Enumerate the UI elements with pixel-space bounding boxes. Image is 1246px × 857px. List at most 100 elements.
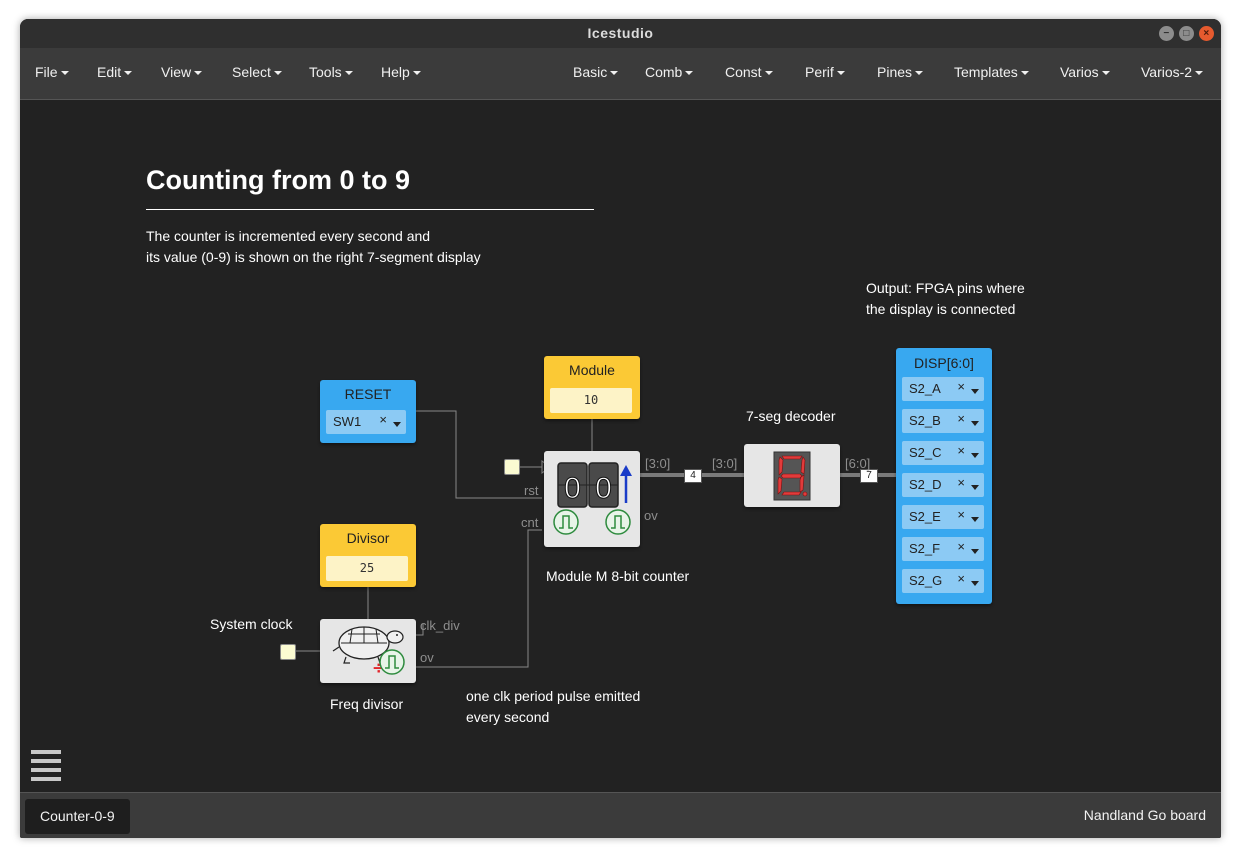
chevron-down-icon[interactable]	[971, 453, 979, 458]
decoder-module-block[interactable]	[744, 444, 840, 507]
divisor-const-block[interactable]: Divisor 25	[320, 524, 416, 587]
caret-down-icon	[685, 71, 694, 76]
page-title: Counting from 0 to 9	[146, 165, 410, 195]
decoder-in-bus-label: [3:0]	[712, 456, 738, 471]
counter-digit-2: 0	[595, 472, 612, 505]
remove-pin-icon[interactable]: ×	[957, 539, 965, 554]
seven-segment-icon	[773, 451, 811, 501]
remove-pin-icon[interactable]: ×	[957, 411, 965, 426]
freqdiv-ov-label: ov	[420, 650, 434, 665]
freq-divisor-block[interactable]: ÷	[320, 619, 416, 683]
disp-pin-select-s2_g[interactable]: S2_G ×	[902, 569, 984, 593]
chevron-down-icon[interactable]	[971, 581, 979, 586]
close-button[interactable]: ×	[1199, 26, 1214, 41]
output-note-line-1: Output: FPGA pins where	[866, 280, 1025, 296]
disp-pin-label: S2_E	[909, 509, 941, 524]
chevron-down-icon[interactable]	[971, 485, 979, 490]
caret-down-icon	[124, 71, 133, 76]
maximize-button[interactable]: □	[1179, 26, 1194, 41]
disp-output-block[interactable]: DISP[6:0] S2_A × S2_B × S2_C × S2_D × S2_E × S2_F ×…	[896, 348, 992, 604]
counter-module-block[interactable]: 0 0	[544, 451, 640, 547]
minimize-button[interactable]: −	[1159, 26, 1174, 41]
caret-down-icon	[915, 71, 924, 76]
port-rst-label: rst	[524, 483, 539, 498]
wire-cnt[interactable]	[416, 529, 542, 668]
system-clock-label: System clock	[210, 616, 293, 632]
port-cnt-label: cnt	[521, 515, 539, 530]
reset-pin-remove-icon[interactable]: ×	[379, 412, 387, 427]
menu-edit[interactable]: Edit	[97, 48, 133, 99]
menu-select[interactable]: Select	[232, 48, 282, 99]
caret-down-icon	[194, 71, 203, 76]
bus-width-badge-7: 7	[860, 469, 878, 483]
menu-basic[interactable]: Basic	[573, 48, 619, 99]
disp-pin-select-s2_c[interactable]: S2_C ×	[902, 441, 984, 465]
caret-down-icon	[412, 71, 421, 76]
menu-label: Tools	[309, 64, 342, 80]
divisor-const-value[interactable]: 25	[326, 556, 408, 581]
decoder-out-bus-label: [6:0]	[845, 456, 871, 471]
design-tab[interactable]: Counter-0-9	[25, 799, 130, 834]
module-const-value[interactable]: 10	[550, 388, 632, 413]
caret-down-icon	[1020, 71, 1029, 76]
title-divider	[146, 209, 594, 210]
board-name[interactable]: Nandland Go board	[1084, 793, 1206, 838]
disp-pin-select-s2_f[interactable]: S2_F ×	[902, 537, 984, 561]
window-title: Icestudio	[587, 25, 654, 41]
menu-templates[interactable]: Templates	[954, 48, 1029, 99]
menu-perif[interactable]: Perif	[805, 48, 845, 99]
chevron-down-icon[interactable]	[971, 389, 979, 394]
chevron-down-icon[interactable]	[971, 549, 979, 554]
remove-pin-icon[interactable]: ×	[957, 571, 965, 586]
disp-pin-select-s2_a[interactable]: S2_A ×	[902, 377, 984, 401]
freq-divisor-caption: Freq divisor	[330, 696, 404, 712]
caret-down-icon	[1195, 71, 1204, 76]
menu-help[interactable]: Help	[381, 48, 421, 99]
counter-icon: 0 0	[553, 462, 632, 535]
disp-pin-select-s2_b[interactable]: S2_B ×	[902, 409, 984, 433]
pulse-note-line-1: one clk period pulse emitted	[466, 688, 641, 704]
remove-pin-icon[interactable]: ×	[957, 379, 965, 394]
counter-digit-1: 0	[564, 472, 581, 505]
window-controls: − □ ×	[1159, 26, 1214, 41]
module-const-block[interactable]: Module 10	[544, 356, 640, 419]
menu-file[interactable]: File	[35, 48, 69, 99]
menu-comb[interactable]: Comb	[645, 48, 694, 99]
titlebar: Icestudio − □ ×	[20, 19, 1221, 48]
turtle-icon: ÷	[332, 626, 405, 677]
hamburger-menu-icon[interactable]	[31, 750, 61, 786]
remove-pin-icon[interactable]: ×	[957, 475, 965, 490]
menu-const[interactable]: Const	[725, 48, 773, 99]
system-clock-port[interactable]	[280, 644, 296, 660]
disp-pin-select-s2_e[interactable]: S2_E ×	[902, 505, 984, 529]
counter-caption: Module M 8-bit counter	[546, 568, 690, 584]
reset-pin-select[interactable]: SW1 ×	[326, 410, 406, 434]
menu-pines[interactable]: Pines	[877, 48, 924, 99]
disp-pin-label: S2_B	[909, 413, 941, 428]
menu-label: Varios	[1060, 64, 1099, 80]
counter-clock-port[interactable]	[504, 459, 520, 475]
menu-label: Edit	[97, 64, 122, 80]
chevron-down-icon[interactable]	[971, 421, 979, 426]
remove-pin-icon[interactable]: ×	[957, 443, 965, 458]
port-clk-div-label: clk_div	[420, 618, 460, 633]
wire-reset[interactable]	[408, 410, 542, 499]
reset-input-block[interactable]: RESET SW1 ×	[320, 380, 416, 443]
menu-tools[interactable]: Tools	[309, 48, 353, 99]
menu-label: Const	[725, 64, 762, 80]
remove-pin-icon[interactable]: ×	[957, 507, 965, 522]
design-canvas[interactable]: Counting from 0 to 9 The counter is incr…	[20, 100, 1221, 792]
menu-varios-2[interactable]: Varios-2	[1141, 48, 1204, 99]
menu-label: Help	[381, 64, 410, 80]
caret-down-icon	[1101, 71, 1110, 76]
disp-pin-label: S2_A	[909, 381, 941, 396]
disp-pin-select-s2_d[interactable]: S2_D ×	[902, 473, 984, 497]
chevron-down-icon[interactable]	[393, 422, 401, 427]
menu-view[interactable]: View	[161, 48, 203, 99]
port-ov-label: ov	[644, 508, 658, 523]
disp-pin-label: S2_C	[909, 445, 942, 460]
chevron-down-icon[interactable]	[971, 517, 979, 522]
menu-varios[interactable]: Varios	[1060, 48, 1110, 99]
menu-label: Perif	[805, 64, 834, 80]
icestudio-window: Icestudio − □ × File Edit View Select Tools H…	[20, 19, 1221, 838]
